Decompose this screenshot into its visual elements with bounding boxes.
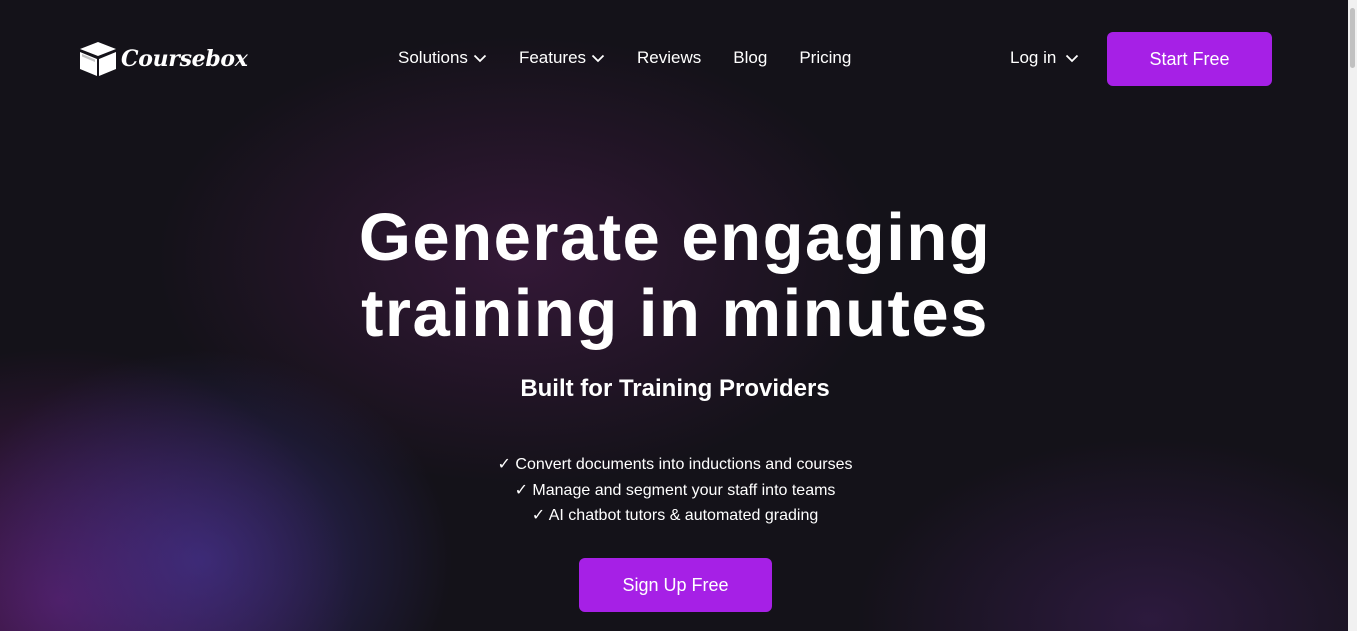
login-label: Log in	[1010, 48, 1057, 67]
chevron-down-icon	[1066, 54, 1079, 62]
hero-headline: Generate engaging training in minutes	[0, 200, 1350, 352]
scrollbar-thumb[interactable]	[1350, 8, 1355, 68]
chevron-down-icon	[591, 54, 605, 62]
box-icon	[80, 42, 116, 76]
feature-list: ✓ Convert documents into inductions and …	[0, 452, 1350, 529]
nav-item-pricing[interactable]: Pricing	[799, 48, 851, 68]
nav-item-reviews[interactable]: Reviews	[637, 48, 701, 68]
nav-item-label: Features	[518, 48, 587, 67]
start-free-button[interactable]: Start Free	[1107, 32, 1272, 86]
nav-item-features[interactable]: Features	[519, 48, 605, 68]
nav-item-label: Reviews	[637, 48, 702, 67]
nav-item-blog[interactable]: Blog	[733, 48, 767, 68]
feature-item: ✓ AI chatbot tutors & automated grading	[531, 507, 819, 524]
logo-text: Coursebox	[121, 46, 248, 72]
login-dropdown[interactable]: Log in	[1010, 48, 1079, 68]
nav-item-label: Pricing	[799, 48, 852, 67]
feature-item: ✓ Manage and segment your staff into tea…	[514, 481, 836, 499]
hero-subheadline: Built for Training Providers	[520, 375, 830, 402]
logo-link[interactable]: Coursebox	[78, 40, 248, 78]
feature-item: ✓ Convert documents into inductions and …	[497, 456, 853, 473]
nav-item-label: Blog	[733, 48, 768, 67]
headline-line-1: Generate engaging	[358, 200, 992, 275]
site-header: Coursebox Solutions Features Reviews Blo…	[0, 0, 1348, 115]
headline-line-2: training in minutes	[361, 276, 989, 351]
main-nav: Solutions Features Reviews Blog Pricing	[398, 48, 883, 68]
chevron-down-icon	[473, 54, 487, 62]
sign-up-free-button[interactable]: Sign Up Free	[579, 558, 772, 612]
nav-item-solutions[interactable]: Solutions	[398, 48, 487, 68]
nav-item-label: Solutions	[398, 48, 468, 67]
page-scrollbar[interactable]	[1348, 0, 1357, 631]
